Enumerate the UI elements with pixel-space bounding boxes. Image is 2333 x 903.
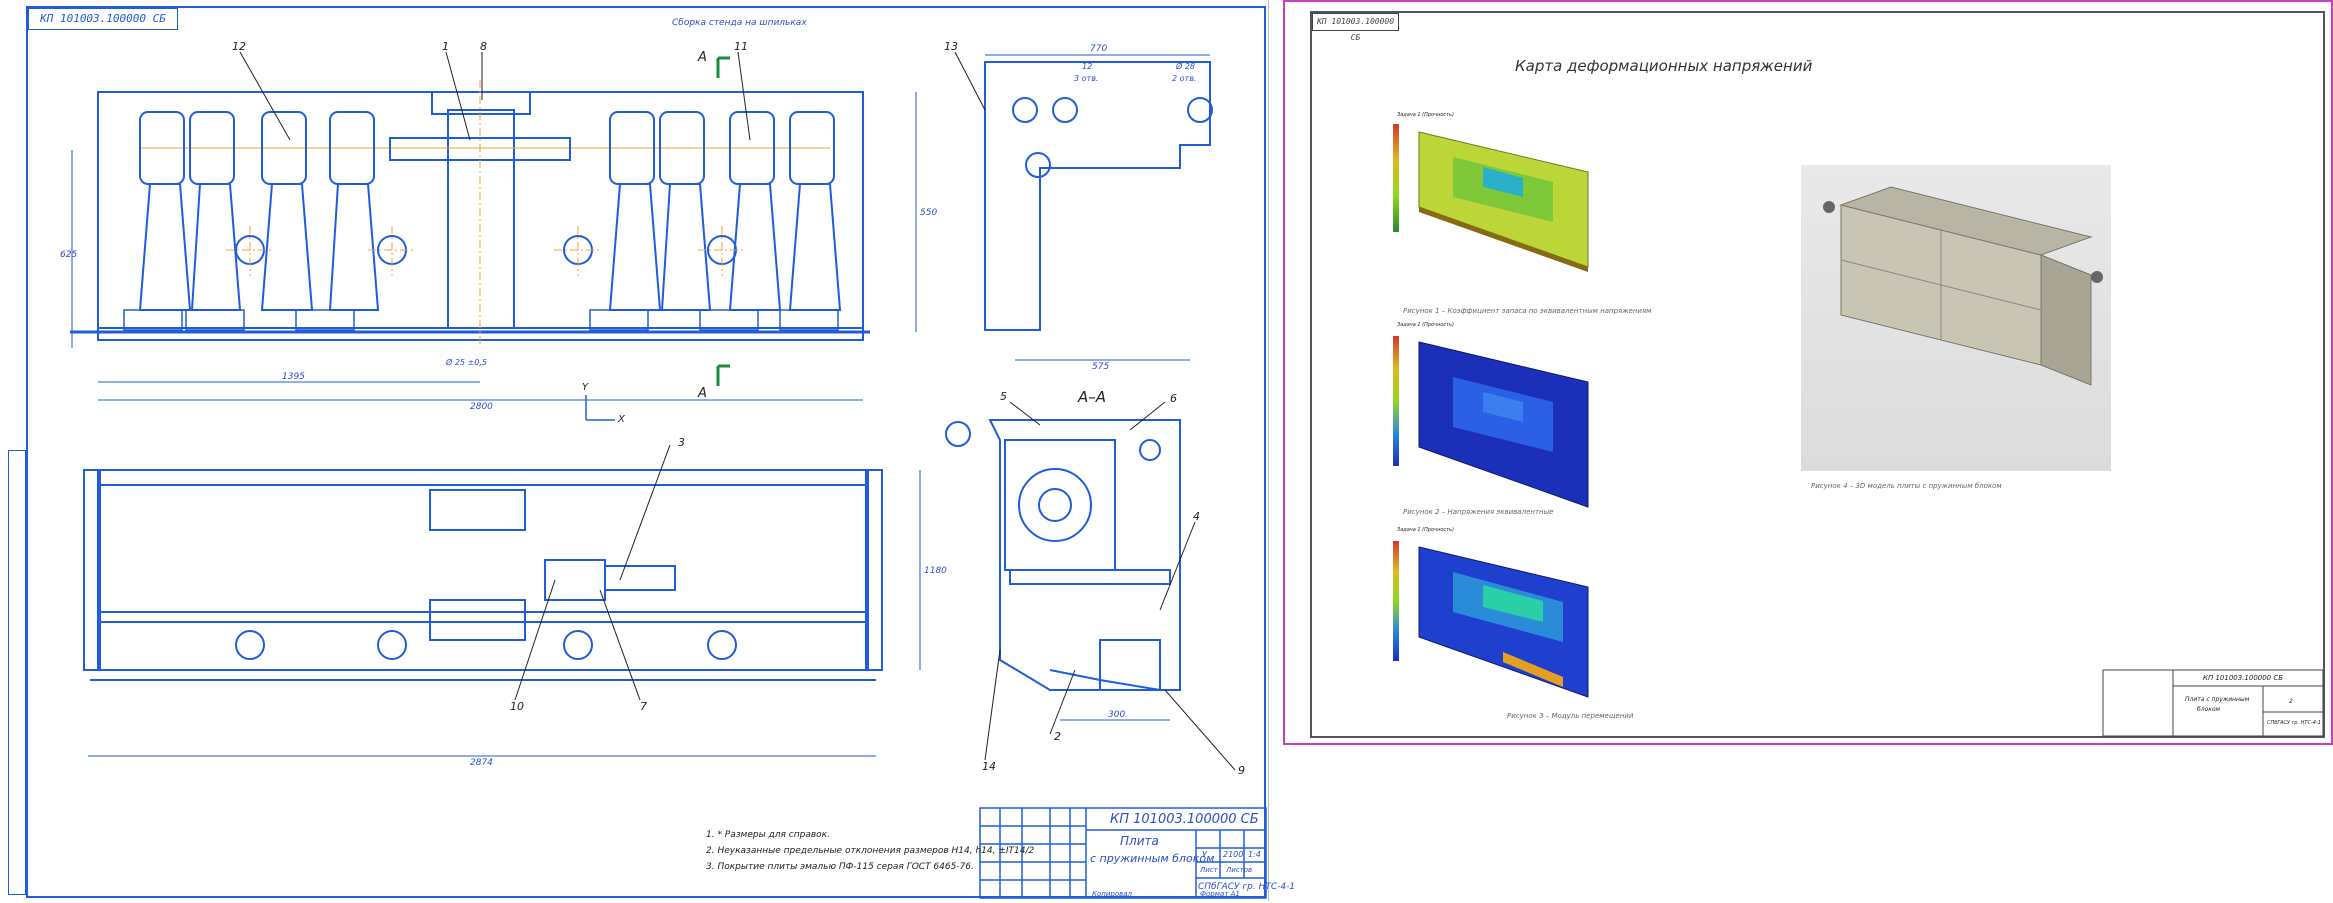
dim-lower-width: 2874: [470, 758, 493, 768]
dim-side-top: 770: [1090, 44, 1108, 54]
right-tb-doc-number: КП 101003.100000 СБ: [2203, 674, 2284, 682]
plan-view: [83, 469, 883, 681]
right-title-block-grid: [2102, 669, 2324, 737]
dim-lower-height: 1180: [924, 566, 947, 576]
dim-centre: Ø 25 ±0,5: [446, 358, 487, 367]
right-tb-name-line1: Плита с пружинным: [2185, 696, 2250, 703]
callout-1: 1: [442, 40, 449, 53]
right-tb-sheet: 2: [2289, 698, 2293, 705]
dim-left-height: 625: [60, 250, 78, 260]
dim-right-height: 550: [920, 208, 938, 218]
dim-section-bottom: 300: [1108, 710, 1126, 720]
tb-copy-label: Копировал: [1092, 890, 1132, 898]
note-1: 1. * Размеры для справок.: [706, 830, 830, 840]
callout-13: 13: [944, 40, 958, 53]
drawing-sheet-assembly: КП 101003.100000 СБ Сборка стенда на шпи…: [0, 0, 1295, 901]
axis-x-label: X: [618, 414, 625, 425]
tb-sheets-label: Листов: [1226, 866, 1253, 874]
section-label: А–А: [1078, 388, 1107, 406]
dim-total-width: 2800: [470, 402, 493, 412]
callout-10: 10: [510, 700, 524, 713]
note-2: 2. Неуказанные предельные отклонения раз…: [706, 846, 1035, 856]
dim-side-hole3: Ø 28: [1176, 62, 1196, 71]
tb-name-line1: Плита: [1120, 834, 1159, 848]
callout-14: 14: [982, 760, 996, 773]
tb-doc-number: КП 101003.100000 СБ: [1110, 812, 1259, 827]
tb-format-label: Формат A1: [1200, 890, 1240, 898]
callout-7: 7: [640, 700, 647, 713]
section-marker-top: А: [698, 50, 707, 65]
right-tb-org: СПбГАСУ гр. НТС-4-1: [2267, 720, 2321, 726]
tb-sheet-label: Лист: [1200, 866, 1218, 874]
callout-2: 2: [1054, 730, 1061, 743]
side-view: [984, 61, 1213, 331]
right-tb-name-line2: блоком: [2197, 706, 2221, 713]
callout-5: 5: [1000, 390, 1007, 403]
dim-side-bottom: 575: [1092, 362, 1110, 372]
callout-9: 9: [1238, 764, 1245, 777]
axis-y-label: Y: [582, 382, 589, 393]
dim-side-hole4: 2 отв.: [1172, 74, 1197, 83]
note-3: 3. Покрытие плиты эмалью ПФ-115 серая ГО…: [706, 862, 974, 872]
tb-stage-letter: У: [1202, 850, 1207, 859]
section-marker-bottom: А: [698, 386, 707, 401]
front-view: [70, 91, 870, 341]
dim-side-hole2: 3 отв.: [1074, 74, 1099, 83]
assembly-drawing-canvas: [70, 51, 1267, 899]
callout-12: 12: [232, 40, 246, 53]
dim-half-width: 1395: [282, 372, 305, 382]
tb-scale: 1:4: [1248, 850, 1261, 859]
drawing-sheet-stress-map: КП 101003.100000 СБ Карта деформационных…: [1283, 0, 2333, 745]
tb-name-line2: с пружинным блоком: [1090, 852, 1215, 865]
dim-side-hole1: 12: [1082, 62, 1093, 71]
tb-mass: 2100: [1223, 850, 1244, 859]
callout-6: 6: [1170, 392, 1177, 405]
callout-4: 4: [1193, 510, 1200, 523]
callout-11: 11: [734, 40, 748, 53]
callout-3: 3: [678, 436, 685, 449]
callout-8: 8: [480, 40, 487, 53]
section-view: [945, 419, 1181, 691]
